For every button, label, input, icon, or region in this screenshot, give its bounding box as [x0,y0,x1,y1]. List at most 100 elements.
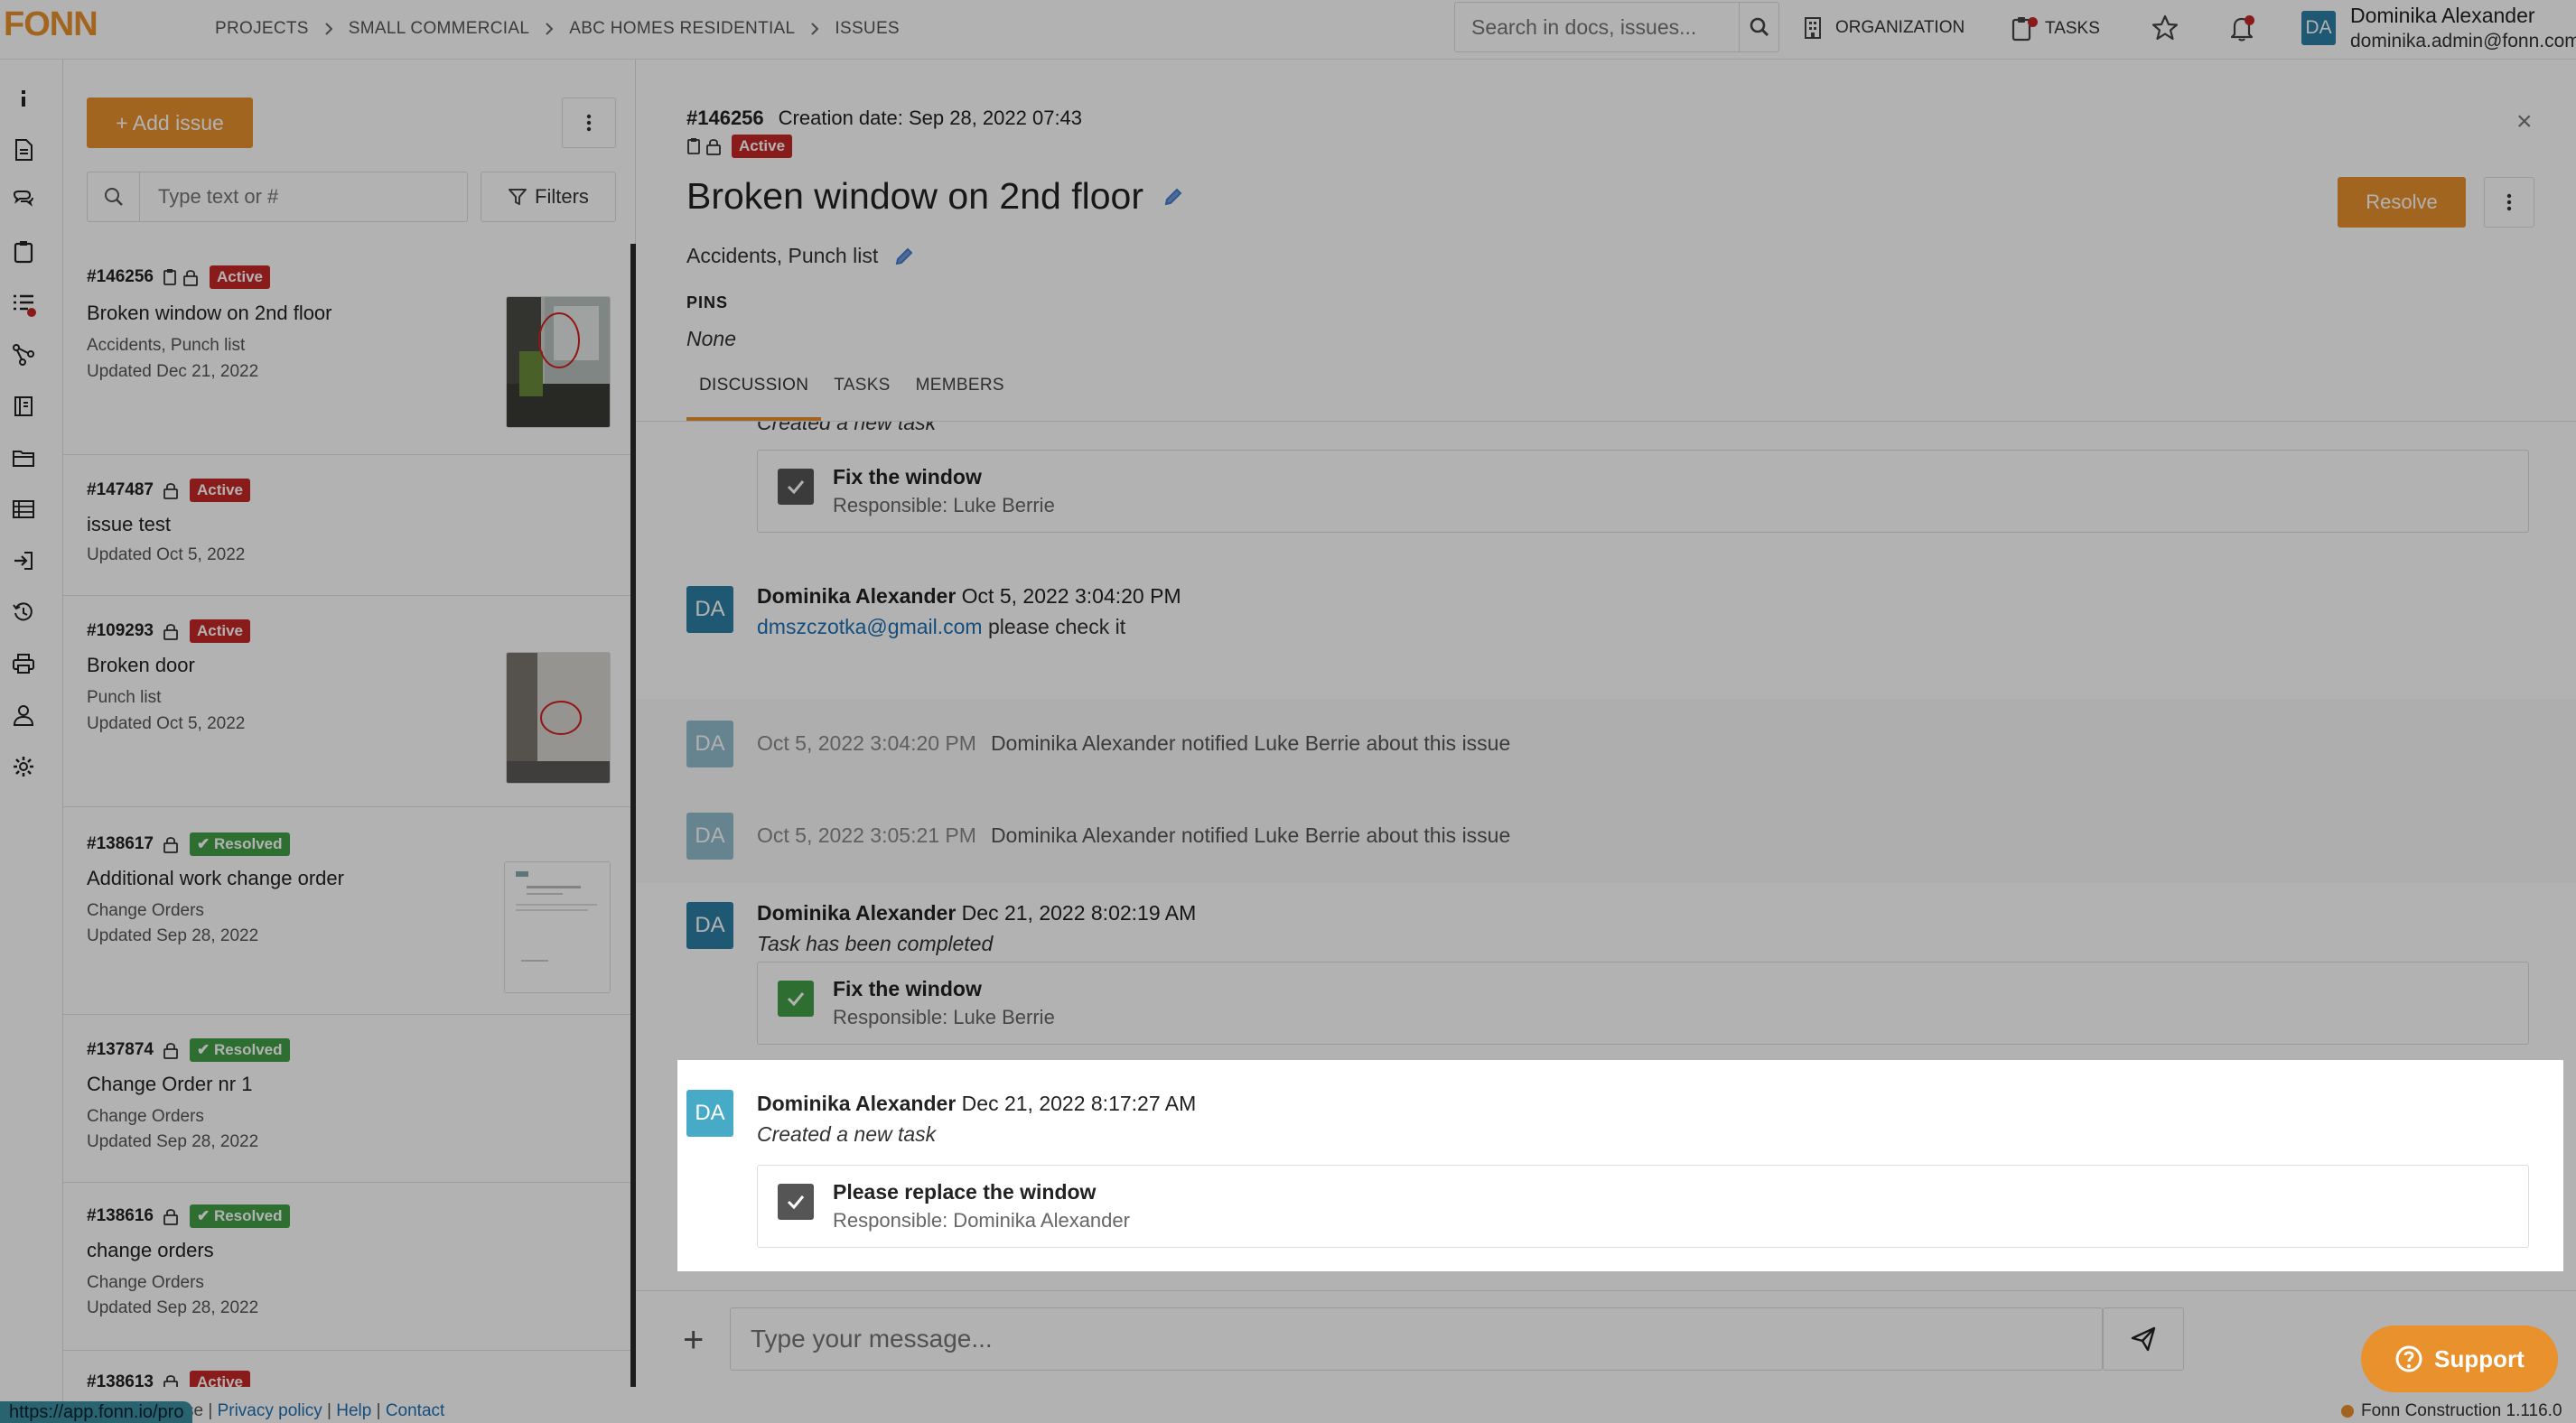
table-icon[interactable] [12,498,35,521]
fonn-logo[interactable]: FONN [4,5,98,44]
lock-icon [163,1043,178,1059]
clipboard-icon[interactable] [12,240,35,264]
message-text: Created a new task [757,1122,937,1146]
issue-updated: Updated Oct 5, 2022 [87,545,246,564]
issue-title: issue test [87,513,171,535]
tab-tasks[interactable]: TASKS [821,376,902,421]
issue-search-input[interactable] [140,172,467,221]
footer: se | Privacy policy | Help | Contact Fon… [0,1396,2576,1423]
message-input[interactable] [730,1307,2103,1371]
issue-number: #146256 [87,267,154,286]
vertical-dots-icon [2506,193,2512,211]
organization-link[interactable]: ORGANIZATION [1803,16,1965,40]
version-text: Fonn Construction 1.116.0 [2361,1401,2562,1420]
issue-categories: Change Orders [87,901,204,920]
star-icon[interactable] [2151,14,2179,42]
resolve-button[interactable]: Resolve [2338,177,2466,228]
status-badge: Active [189,1371,250,1387]
privacy-link[interactable]: Privacy policy [218,1401,322,1420]
avatar: DA [686,721,733,767]
message-text: dmszczotka@gmail.com please check it [757,615,1125,639]
print-icon[interactable] [12,652,35,675]
history-icon[interactable] [12,600,35,624]
lock-icon [163,1209,178,1225]
author-name: Dominika Alexander [757,584,957,608]
user-name: Dominika Alexander [2350,4,2535,27]
support-button[interactable]: Support [2361,1325,2558,1392]
author-name: Dominika Alexander [757,901,957,925]
message-composer: + [636,1290,2576,1384]
checkbox-checked[interactable] [778,981,814,1017]
chat-icon[interactable] [12,189,35,212]
issue-updated: Updated Sep 28, 2022 [87,1132,259,1151]
check-icon: ✔ [196,1041,214,1058]
list-item[interactable]: #138616 ✔ Resolved change orders Change … [63,1183,636,1351]
list-menu-button[interactable] [562,98,616,148]
send-button[interactable] [2103,1307,2184,1371]
list-item[interactable]: #138617 ✔ Resolved Additional work chang… [63,807,636,1015]
user-email: dominika.admin@fonn.com [2350,31,2576,51]
tab-members[interactable]: MEMBERS [903,376,1017,421]
user-menu[interactable]: DA Dominika Alexander dominika.admin@fon… [2301,4,2576,52]
task-name: Fix the window [833,465,982,488]
issue-list-panel: + Add issue Filters #146256 Active Broke… [63,60,637,1387]
attach-button[interactable]: + [683,1320,704,1361]
list-item[interactable]: #146256 Active Broken window on 2nd floo… [63,244,636,455]
book-icon[interactable] [12,395,35,418]
issue-number: #138617 [87,834,154,853]
breadcrumb-abc-homes[interactable]: ABC HOMES RESIDENTIAL [569,19,795,39]
breadcrumb-issues[interactable]: ISSUES [835,19,900,39]
list-item[interactable]: #138613 Active [63,1351,636,1387]
search-button[interactable] [88,172,140,221]
folder-icon[interactable] [12,446,35,470]
pencil-icon[interactable] [894,246,914,266]
tasks-link[interactable]: TASKS [2011,16,2100,42]
add-issue-button[interactable]: + Add issue [87,98,253,148]
contact-link[interactable]: Contact [386,1401,444,1420]
issue-updated: Updated Dec 21, 2022 [87,362,259,381]
help-icon [2395,1345,2422,1372]
tab-discussion[interactable]: DISCUSSION [686,376,822,421]
message-highlighted: DA Dominika Alexander Dec 21, 2022 8:17:… [677,1061,2563,1270]
list-item[interactable]: #137874 ✔ Resolved Change Order nr 1 Cha… [63,1015,636,1183]
breadcrumb: PROJECTS SMALL COMMERCIAL ABC HOMES RESI… [215,19,900,39]
message-time: Dec 21, 2022 8:02:19 AM [961,901,1197,925]
task-card[interactable]: Please replace the window Responsible: D… [757,1165,2529,1248]
gear-icon[interactable] [12,755,35,778]
avatar: DA [686,1090,733,1137]
sign-in-icon[interactable] [12,549,35,572]
pencil-icon[interactable] [1163,187,1183,207]
app-version: Fonn Construction 1.116.0 [2341,1401,2562,1421]
footer-links: se | Privacy policy | Help | Contact [185,1401,445,1420]
filters-button[interactable]: Filters [481,172,616,222]
email-link[interactable]: dmszczotka@gmail.com [757,615,983,638]
task-name: Please replace the window [833,1180,1097,1204]
workflow-icon[interactable] [12,343,35,367]
checkbox-checked[interactable] [778,1184,814,1220]
issue-menu-button[interactable] [2484,177,2534,228]
clipboard-icon [163,269,176,285]
global-search-input[interactable] [1455,3,1739,51]
help-link[interactable]: Help [336,1401,371,1420]
issue-header: #146256 Creation date: Sep 28, 2022 07:43 [686,107,1082,130]
info-icon[interactable] [12,87,35,110]
person-icon[interactable] [12,703,35,727]
list-item[interactable]: #147487 Active issue test Updated Oct 5,… [63,455,636,596]
breadcrumb-small-commercial[interactable]: SMALL COMMERCIAL [349,19,529,39]
breadcrumb-projects[interactable]: PROJECTS [215,19,309,39]
task-card[interactable]: Fix the window Responsible: Luke Berrie [757,450,2529,533]
list-item[interactable]: #109293 Active Broken door Punch list Up… [63,596,636,807]
document-icon[interactable] [12,138,35,162]
checkbox-checked[interactable] [778,469,814,505]
left-rail [0,60,63,1423]
check-icon [787,480,805,495]
issue-number: #109293 [87,621,154,640]
avatar: DA [686,586,733,633]
issue-updated: Updated Oct 5, 2022 [87,714,246,733]
search-button[interactable] [1739,3,1778,51]
categories-text: Accidents, Punch list [686,244,879,267]
issue-number: #147487 [87,480,154,499]
task-card[interactable]: Fix the window Responsible: Luke Berrie [757,962,2529,1045]
close-button[interactable]: × [2516,107,2533,137]
support-label: Support [2434,1344,2525,1372]
